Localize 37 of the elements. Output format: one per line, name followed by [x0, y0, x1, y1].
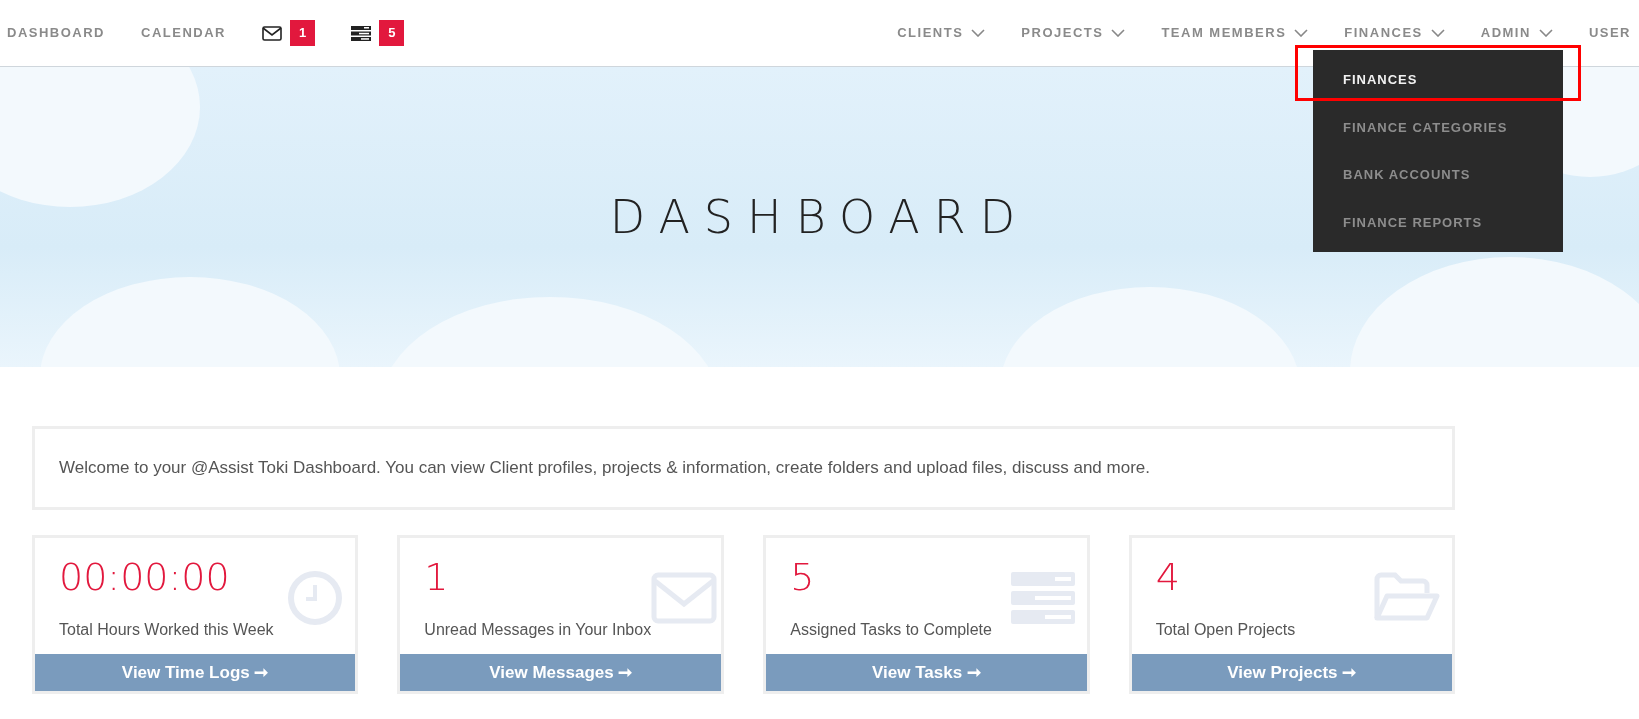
dropdown-item[interactable]: FINANCE CATEGORIES: [1313, 103, 1563, 151]
nav-menu[interactable]: FINANCES: [1344, 23, 1445, 43]
count-badge: 1: [289, 20, 316, 46]
nav-menu[interactable]: ADMIN: [1480, 23, 1553, 43]
caret-icon: [971, 29, 986, 37]
nav-menu[interactable]: USER: [1588, 23, 1631, 43]
nav-menu[interactable]: TEAM MEMBERS: [1161, 23, 1309, 43]
stat-label: Assigned Tasks to Complete: [790, 619, 992, 640]
envelope-icon[interactable]: [261, 25, 282, 41]
view-link[interactable]: View Tasks ➞: [766, 653, 1087, 691]
page-title: DASHBOARD: [609, 188, 1030, 246]
stat-value: 5: [790, 557, 816, 596]
tasks-icon[interactable]: [351, 25, 372, 41]
view-link[interactable]: View Time Logs ➞: [35, 653, 356, 691]
nav-menu[interactable]: PROJECTS: [1021, 23, 1126, 43]
view-link[interactable]: View Projects ➞: [1131, 653, 1452, 691]
count-badge: 5: [379, 20, 405, 46]
nav-menu[interactable]: CLIENTS: [897, 23, 986, 43]
stat-label: Total Hours Worked this Week: [59, 619, 274, 640]
clock-icon: [287, 569, 344, 626]
caret-icon: [1111, 29, 1126, 37]
stat-value: 4: [1155, 557, 1181, 596]
stat-label: Total Open Projects: [1155, 619, 1296, 640]
nav-link[interactable]: DASHBOARD: [7, 23, 105, 43]
dropdown-item[interactable]: FINANCE REPORTS: [1313, 198, 1563, 246]
dropdown-item[interactable]: BANK ACCOUNTS: [1313, 151, 1563, 199]
caret-icon: [1294, 29, 1309, 37]
stat-value: 1: [424, 557, 450, 596]
tasks-icon: [1010, 569, 1075, 626]
view-link[interactable]: View Messages ➞: [400, 653, 722, 691]
caret-icon: [1538, 29, 1553, 37]
dropdown-item[interactable]: FINANCES: [1313, 56, 1563, 104]
stat-label: Unread Messages in Your Inbox: [424, 619, 652, 640]
stat-value: 00:00:00: [59, 557, 231, 596]
nav-link[interactable]: CALENDAR: [141, 23, 226, 43]
welcome-message: Welcome to your @Assist Toki Dashboard. You can view Client profiles, projects & information, create folders and upload files, discuss and more.: [32, 426, 1455, 510]
caret-icon: [1430, 29, 1445, 37]
